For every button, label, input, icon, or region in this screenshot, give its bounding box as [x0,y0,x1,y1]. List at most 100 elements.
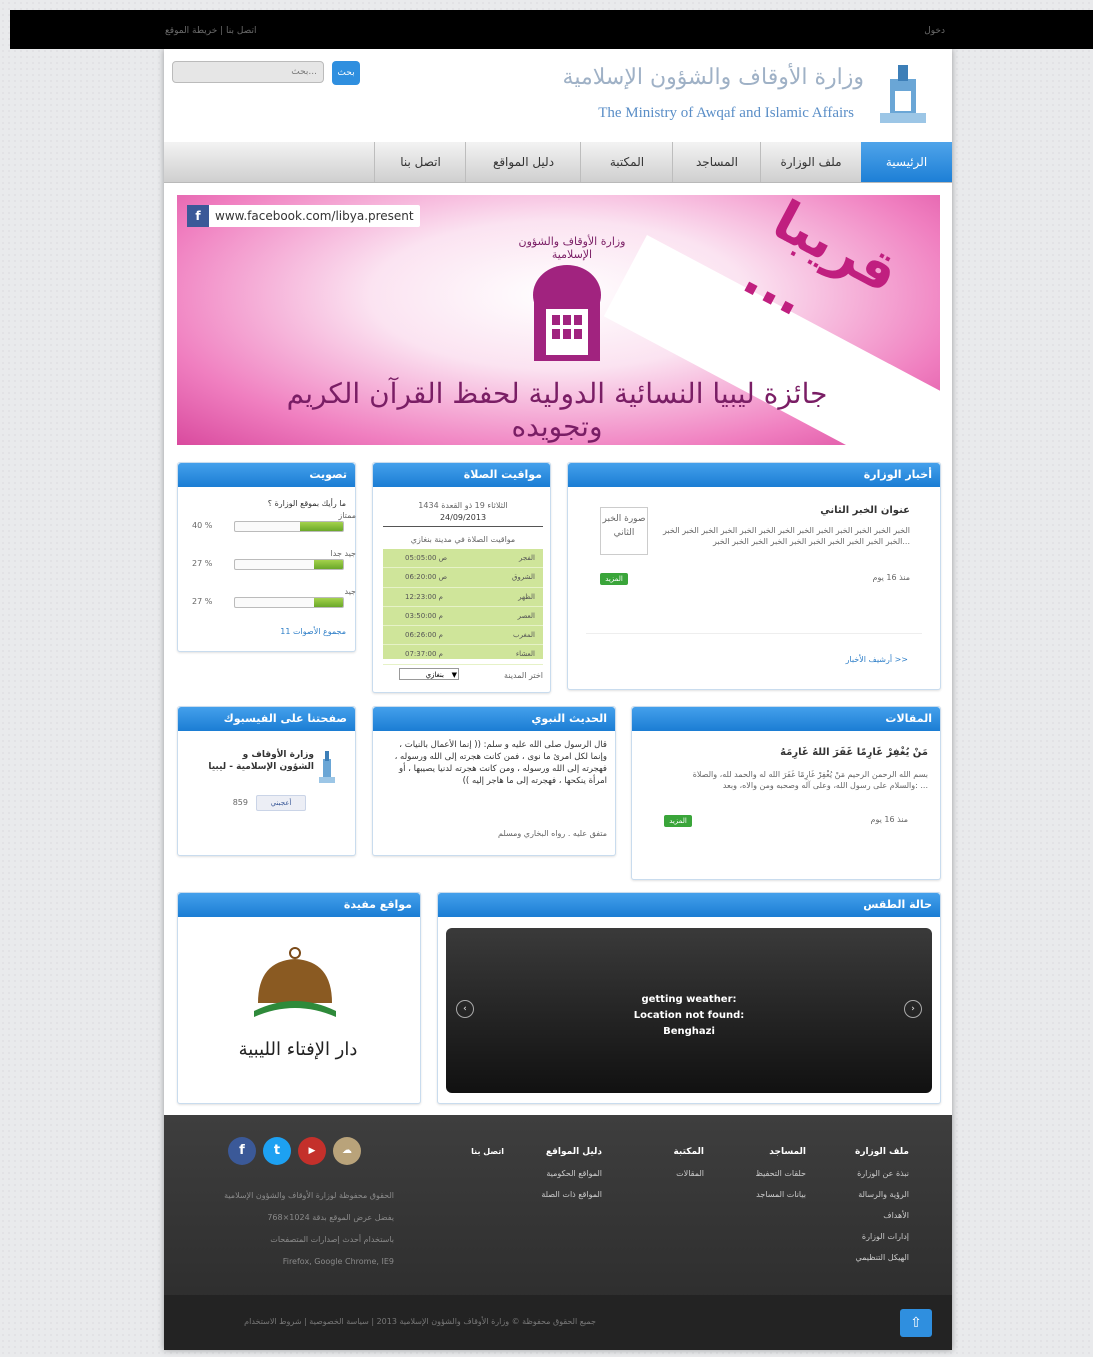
weather-status: getting weather: [641,994,737,1005]
footer-link[interactable]: إدارات الوزارة [824,1232,909,1241]
city-select[interactable]: بنغازي ▼ [399,668,459,680]
search-button[interactable]: بحث [332,61,360,85]
poll-bar-fill [313,560,343,569]
prayer-row: العشاء 07:37:00 م [383,645,543,665]
poll-option-percent: 27 % [192,597,213,606]
facebook-page-name[interactable]: وزارة الأوقاف و الشؤون الإسلامية - ليبيا [206,749,314,773]
footer-link[interactable]: المقالات [644,1169,704,1178]
article-item-body: بسم الله الرحمن الرحيم مَنْ يُغْفِرْ غَا… [692,770,928,790]
footer-link[interactable]: بيانات المساجد [724,1190,806,1199]
nav-ministry-profile[interactable]: ملف الوزارة [760,142,861,182]
nav-mosques[interactable]: المساجد [672,142,761,182]
soundcloud-icon[interactable]: ☁ [333,1137,361,1165]
prayer-row: الظهر 12:23:00 م [383,588,543,607]
article-more-button[interactable]: المزيد [664,815,692,827]
footer-col-mosques: المساجد حلقات التحفيظ بيانات المساجد [724,1147,806,1211]
footer-col-heading: دليل المواقع [545,1147,602,1157]
chevron-down-icon: ▼ [451,671,457,679]
ministry-logo-icon[interactable] [876,61,930,131]
nav-contact[interactable]: اتصل بنا [374,142,466,182]
footer-col-heading: المكتبة [673,1147,704,1157]
footer-info-line: Firefox, Google Chrome, IE9 [282,1257,394,1266]
prayer-times-table: الفجر 05:05:00 ص الشروق 06:20:00 ص الظهر 12… [383,549,543,665]
article-item-title[interactable]: مَنْ يُغْفِرْ غَارِمًا غَفَرَ اللهُ غَار… [652,747,928,758]
dar-al-iftaa-logo-icon[interactable] [250,945,340,1025]
footer-info-line: باستخدام أحدث إصدارات المتصفحات [270,1235,394,1244]
city-select-value: بنغازي [425,671,444,679]
poll-question: ما رأيك بموقع الوزارة ؟ [267,499,346,508]
useful-links-title: مواقع مفيدة [178,893,420,917]
banner-facebook-link[interactable]: f www.facebook.com/libya.present [187,205,420,227]
prayer-date-hijri: الثلاثاء 19 ذو القعدة 1434 [418,501,508,510]
footer-link[interactable]: الهيكل التنظيمي [824,1253,909,1262]
facebook-icon[interactable]: f [228,1137,256,1165]
news-panel-title: أخبار الوزارة [568,463,940,487]
search-input[interactable]: بحث... [172,61,324,83]
footer-link[interactable]: اتصل بنا [454,1147,504,1156]
useful-links-panel: مواقع مفيدة دار الإفتاء الليبية [177,892,421,1104]
news-thumbnail[interactable]: صورة الخبر الثاني [600,507,648,555]
footer-info-line: يفضل عرض الموقع بدقة 1024×768 [267,1213,394,1222]
weather-panel: حالة الطقس ‹ › getting weather: Location… [437,892,941,1104]
footer-bottom-bar: جميع الحقوق محفوظة © وزارة الأوقاف والشؤ… [164,1295,952,1350]
nav-library[interactable]: المكتبة [580,142,673,182]
poll-bar [234,597,344,608]
footer-link[interactable]: حلقات التحفيظ [724,1169,806,1178]
nav-home[interactable]: الرئيسية [861,142,952,182]
main-nav: الرئيسية ملف الوزارة المساجد المكتبة دلي… [164,142,952,183]
youtube-icon[interactable]: ▶ [298,1137,326,1165]
nav-sites-directory[interactable]: دليل المواقع [465,142,581,182]
footer-link[interactable]: الرؤية والرسالة [824,1190,909,1199]
copyright-text: جميع الحقوق محفوظة © وزارة الأوقاف والشؤ… [244,1317,596,1326]
hadith-panel: الحديث النبوي قال الرسول صلى الله عليه و… [372,706,616,856]
articles-panel: المقالات مَنْ يُغْفِرْ غَارِمًا غَفَرَ ا… [631,706,941,880]
banner-building-icon [533,265,601,361]
poll-option-percent: 27 % [192,559,213,568]
hero-banner[interactable]: f www.facebook.com/libya.present وزارة ال… [177,195,940,445]
news-more-button[interactable]: المزيد [600,573,628,585]
facebook-like-button[interactable]: أعجبني [256,795,306,811]
weather-error: Location not found: [633,1010,745,1021]
poll-bar [234,559,344,570]
prayer-times-title: مواقيت الصلاة [373,463,550,487]
banner-ministry-label: وزارة الأوقاف والشؤون الإسلامية [518,235,626,261]
news-item-date: منذ 16 يوم [872,573,911,582]
poll-option[interactable]: ممتاز 40 % [184,511,356,533]
footer-col-contact: اتصل بنا [454,1147,504,1168]
prayer-times-panel: مواقيت الصلاة الثلاثاء 19 ذو القعدة 1434… [372,462,551,693]
news-archive-link[interactable]: أرشيف الأخبار >> [768,655,908,664]
poll-option[interactable]: جيد 27 % [184,587,356,609]
footer-link[interactable]: المواقع الحكومية [514,1169,602,1178]
poll-option[interactable]: جيد جدا 27 % [184,549,356,571]
footer-col-library: المكتبة المقالات [644,1147,704,1190]
arrow-up-icon: ⇧ [910,1315,922,1331]
news-item-title[interactable]: عنوان الخبر الثاني [658,505,910,516]
scroll-top-button[interactable]: ⇧ [900,1309,932,1337]
footer-link[interactable]: المواقع ذات الصلة [514,1190,602,1199]
articles-title: المقالات [632,707,940,731]
poll-panel: تصويت ما رأيك بموقع الوزارة ؟ ممتاز 40 %… [177,462,356,652]
hadith-body: قال الرسول صلى الله عليه و سلم: (( إنما … [394,740,607,786]
page-wrapper: بحث... بحث وزارة الأوقاف والشؤون الإسلام… [164,49,952,1350]
city-select-label: اختر المدينة [504,671,543,680]
footer-info-line: الحقوق محفوظة لوزارة الأوقاف والشؤون الإ… [224,1191,394,1200]
footer: ملف الوزارة نبذة عن الوزارة الرؤية والرس… [164,1115,952,1350]
twitter-icon[interactable]: t [263,1137,291,1165]
footer-link[interactable]: الأهداف [824,1211,909,1220]
dar-al-iftaa-text[interactable]: دار الإفتاء الليبية [198,1039,398,1060]
site-title-arabic: وزارة الأوقاف والشؤون الإسلامية [562,65,864,90]
facebook-url: www.facebook.com/libya.present [215,209,414,223]
prayer-row: المغرب 06:26:00 م [383,626,543,646]
footer-link[interactable]: نبذة عن الوزارة [824,1169,909,1178]
ministry-logo-icon [319,751,335,783]
footer-col-heading: المساجد [769,1147,806,1157]
weather-widget: ‹ › getting weather: Location not found:… [446,928,932,1093]
weather-city: Benghazi [663,1026,715,1037]
login-link[interactable]: دخول [924,26,945,36]
hadith-title: الحديث النبوي [373,707,615,731]
footer-col-directory: دليل المواقع المواقع الحكومية المواقع ذا… [514,1147,602,1211]
footer-col-heading: ملف الوزارة [855,1147,909,1157]
top-links[interactable]: اتصل بنا | خريطة الموقع [165,26,257,36]
poll-total-link[interactable]: مجموع الأصوات 11 [186,627,346,636]
prayer-caption: مواقيت الصلاة في مدينة بنغازي [410,535,516,544]
